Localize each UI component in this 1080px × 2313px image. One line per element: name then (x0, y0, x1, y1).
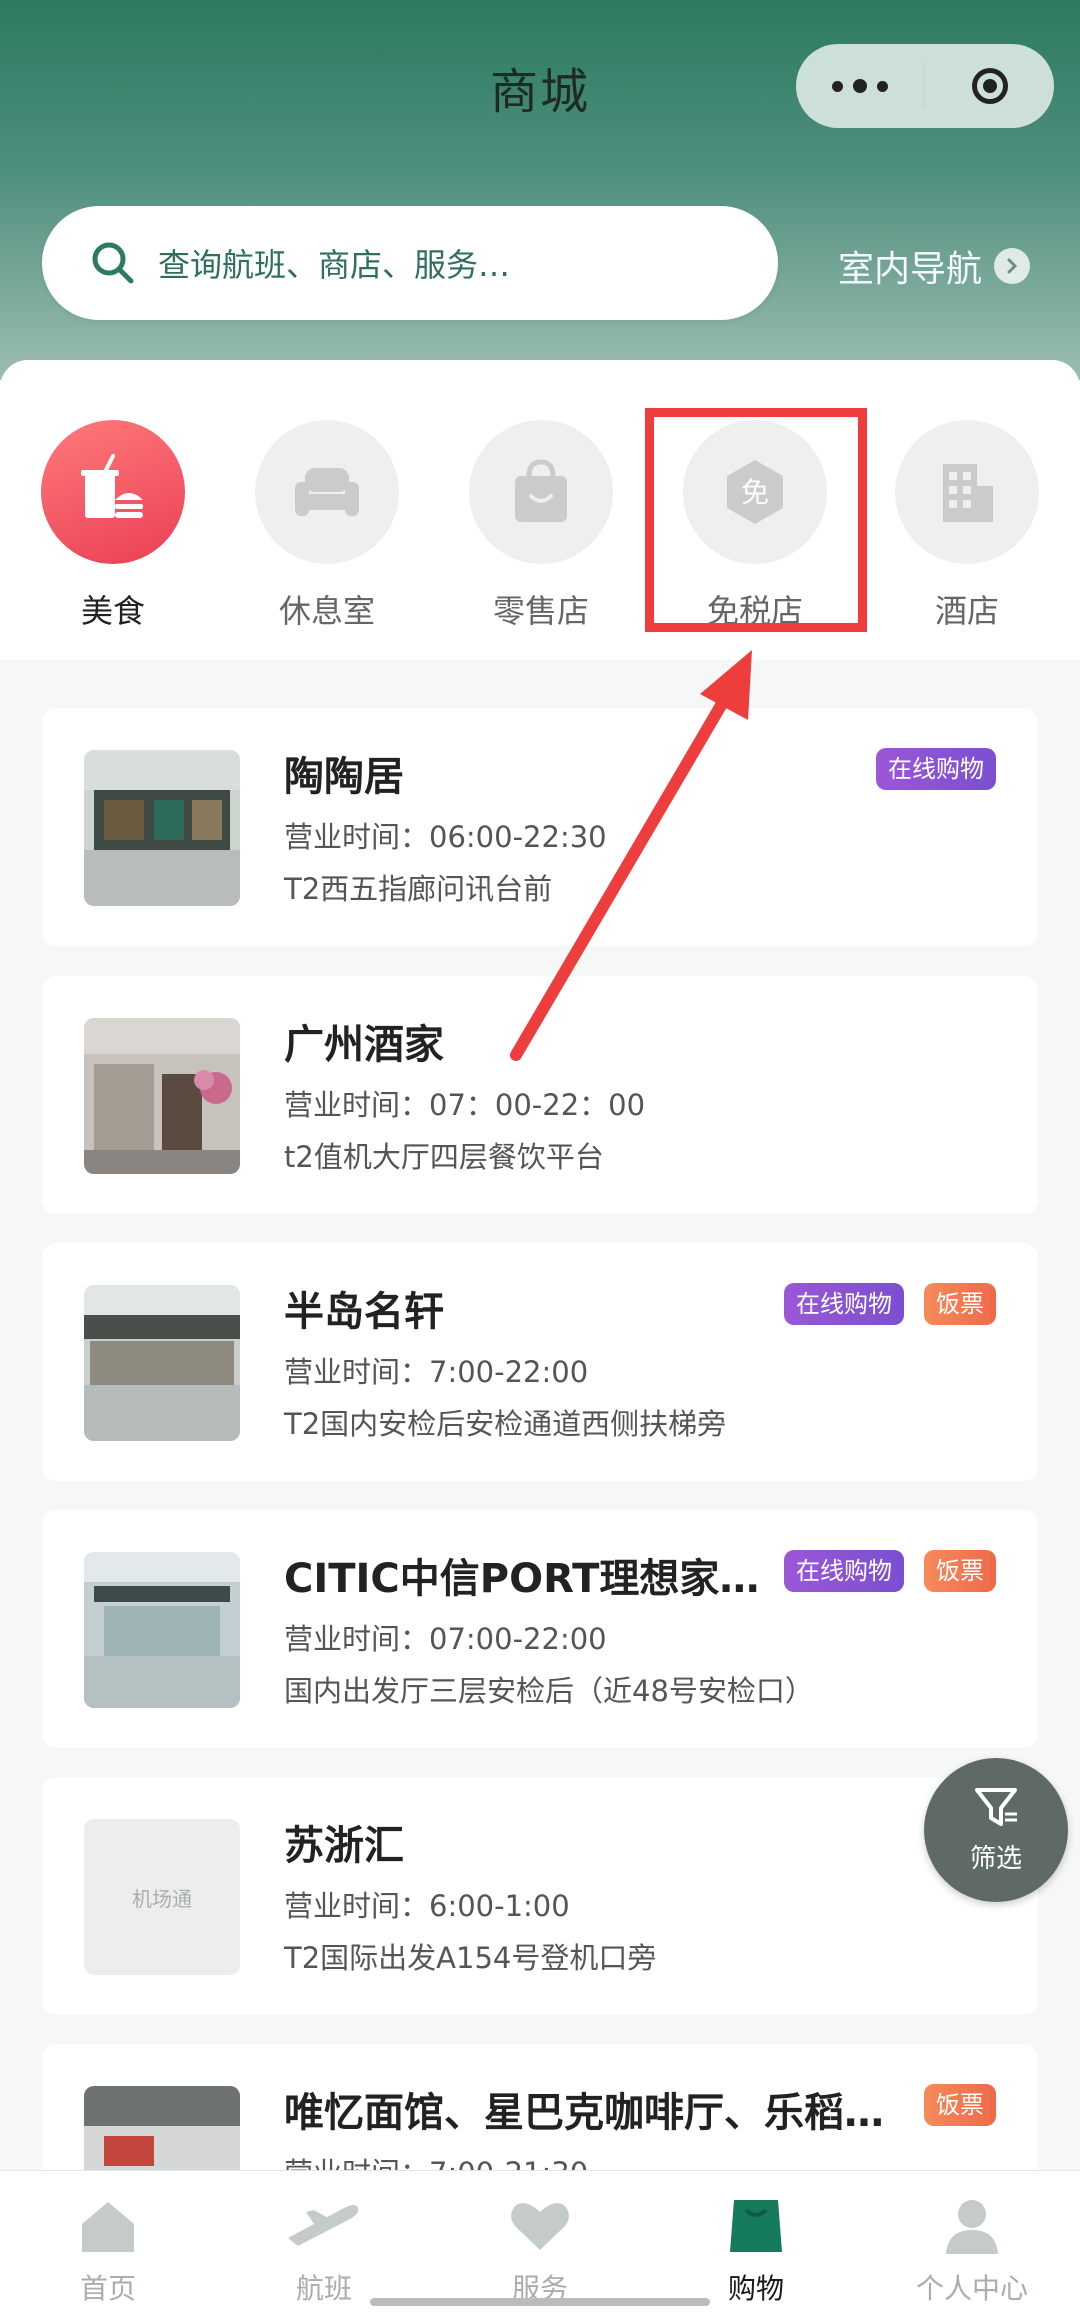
tab-label: 个人中心 (915, 2272, 1028, 2305)
store-badges: 在线购物 饭票 (784, 1283, 996, 1325)
category-food[interactable]: 美食 (28, 420, 198, 632)
shopping-bag-icon (469, 420, 613, 564)
annotation-highlight-box (645, 408, 867, 632)
store-hours: 营业时间：07：00-22：00 (284, 1088, 646, 1122)
online-shopping-badge: 在线购物 (876, 748, 996, 790)
more-menu-button[interactable] (796, 79, 924, 93)
search-icon (92, 242, 134, 284)
store-name: 半岛名轩 (284, 1289, 444, 1335)
category-label: 酒店 (934, 592, 999, 630)
store-location: T2国际出发A154号登机口旁 (284, 1941, 657, 1975)
store-location: T2国内安检后安检通道西侧扶梯旁 (284, 1407, 727, 1441)
home-icon (0, 2191, 216, 2261)
store-badges: 在线购物 (876, 748, 996, 790)
chevron-right-icon (994, 248, 1031, 284)
user-icon (864, 2191, 1080, 2261)
store-thumbnail (84, 750, 240, 906)
store-thumbnail (84, 1552, 240, 1708)
more-dot-icon (877, 80, 888, 92)
category-lounge[interactable]: 休息室 (242, 420, 412, 632)
tab-label: 首页 (79, 2272, 136, 2305)
more-dot-icon (853, 79, 867, 93)
heart-hand-icon (432, 2191, 648, 2261)
tab-services[interactable]: 服务 (432, 2171, 648, 2313)
bottom-tab-bar: 首页 航班 服务 购物 个人中心 (0, 2170, 1080, 2313)
store-hours: 营业时间：07:00-22:00 (284, 1622, 607, 1656)
building-icon (895, 420, 1039, 564)
tab-home[interactable]: 首页 (0, 2171, 216, 2313)
airplane-icon (216, 2191, 432, 2261)
category-label: 美食 (80, 592, 145, 630)
store-card[interactable]: 半岛名轩 营业时间：7:00-22:00 T2国内安检后安检通道西侧扶梯旁 在线… (42, 1243, 1038, 1481)
store-card[interactable]: 广州酒家 营业时间：07：00-22：00 t2值机大厅四层餐饮平台 (42, 976, 1038, 1214)
drink-burger-icon (41, 420, 185, 564)
store-location: 国内出发厅三层安检后（近48号安检口） (284, 1674, 814, 1708)
store-name: 唯忆面馆、星巴克咖啡厅、乐稻… (284, 2090, 884, 2136)
store-name: 广州酒家 (284, 1022, 444, 1068)
category-bar: 美食 休息室 零售店 免 免税店 酒店 (0, 360, 1080, 660)
filter-button[interactable]: 筛选 (924, 1758, 1068, 1902)
tab-profile[interactable]: 个人中心 (864, 2171, 1080, 2313)
shopping-bag-icon (648, 2191, 864, 2261)
close-miniprogram-button[interactable] (925, 68, 1054, 104)
online-shopping-badge: 在线购物 (784, 1283, 904, 1325)
tab-shopping[interactable]: 购物 (648, 2171, 864, 2313)
meal-ticket-badge: 饭票 (924, 1283, 996, 1325)
category-label: 零售店 (492, 592, 589, 630)
meal-ticket-badge: 饭票 (924, 1550, 996, 1592)
category-label: 休息室 (278, 592, 375, 630)
store-location: T2西五指廊问讯台前 (284, 872, 553, 906)
store-thumbnail: 机场通 (84, 1819, 240, 1975)
store-name: 苏浙汇 (284, 1823, 404, 1869)
store-location: t2值机大厅四层餐饮平台 (284, 1140, 604, 1174)
category-retail[interactable]: 零售店 (456, 420, 626, 632)
store-hours: 营业时间：6:00-1:00 (284, 1889, 570, 1923)
store-card[interactable]: 陶陶居 营业时间：06:00-22:30 T2西五指廊问讯台前 在线购物 (42, 708, 1038, 946)
search-placeholder: 查询航班、商店、服务… (158, 246, 511, 284)
store-hours: 营业时间：06:00-22:30 (284, 820, 607, 854)
store-hours: 营业时间：7:00-22:00 (284, 1355, 589, 1389)
store-name: CITIC中信PORT理想家… (284, 1556, 760, 1602)
store-card[interactable]: 机场通 苏浙汇 营业时间：6:00-1:00 T2国际出发A154号登机口旁 (42, 1777, 1038, 2015)
search-bar[interactable]: 查询航班、商店、服务… (42, 206, 778, 320)
online-shopping-badge: 在线购物 (784, 1550, 904, 1592)
category-hotel[interactable]: 酒店 (882, 420, 1052, 632)
store-badges: 饭票 (924, 2084, 996, 2126)
store-card[interactable]: CITIC中信PORT理想家… 营业时间：07:00-22:00 国内出发厅三层… (42, 1510, 1038, 1748)
filter-label: 筛选 (969, 1844, 1022, 1874)
store-thumbnail (84, 1285, 240, 1441)
sofa-icon (255, 420, 399, 564)
placeholder-logo: 机场通 (132, 1886, 192, 1911)
store-thumbnail (84, 1018, 240, 1174)
filter-icon (924, 1782, 1068, 1836)
miniprogram-capsule (796, 44, 1054, 128)
store-badges: 在线购物 饭票 (784, 1550, 996, 1592)
more-dot-icon (832, 80, 843, 92)
home-indicator (370, 2298, 710, 2306)
indoor-navigation-link[interactable]: 室内导航 (838, 238, 1031, 294)
tab-flights[interactable]: 航班 (216, 2171, 432, 2313)
indoor-navigation-label: 室内导航 (838, 249, 983, 290)
meal-ticket-badge: 饭票 (924, 2084, 996, 2126)
target-icon (971, 68, 1008, 104)
store-name: 陶陶居 (284, 754, 404, 800)
